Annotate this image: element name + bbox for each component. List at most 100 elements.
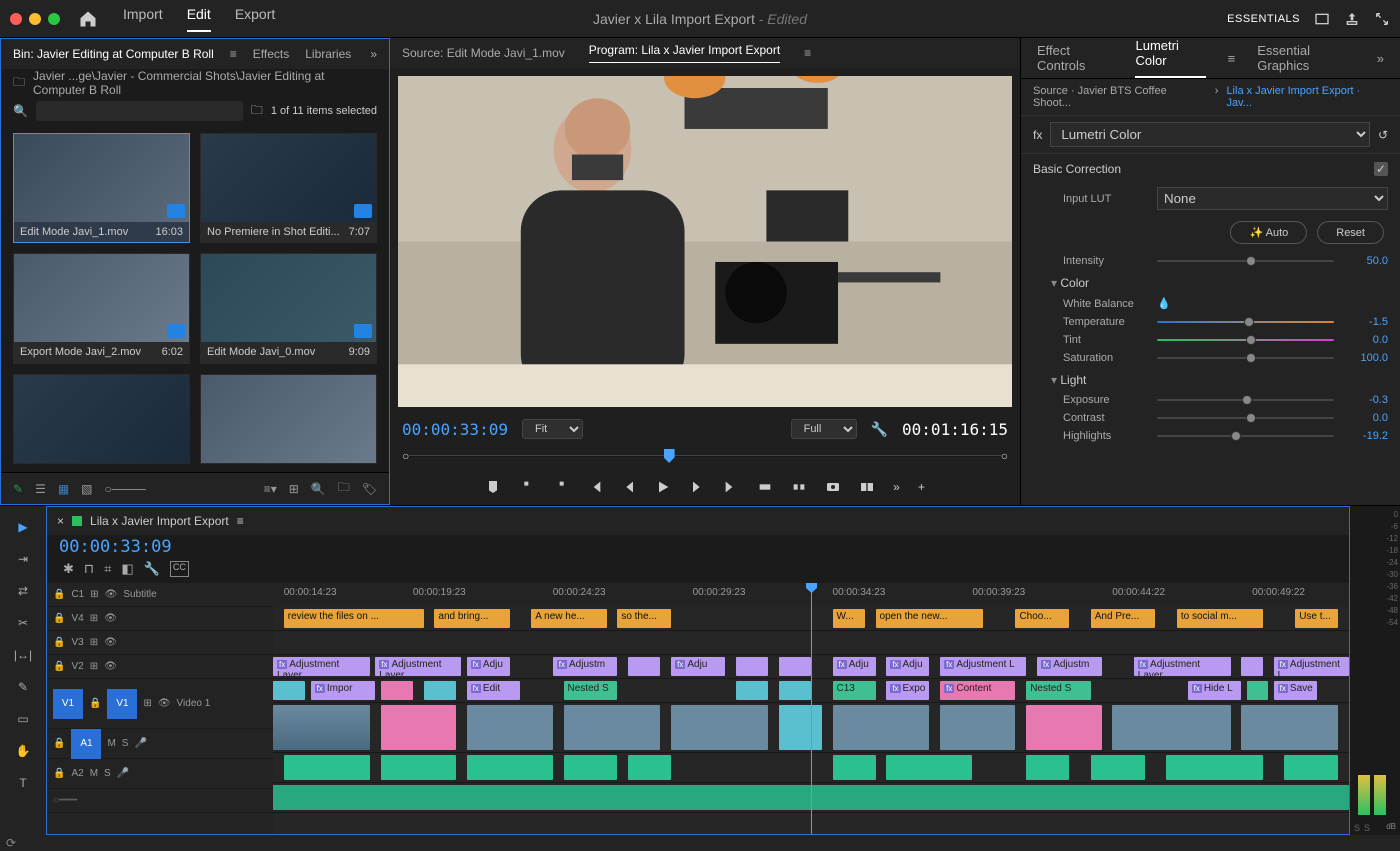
fullscreen-icon[interactable] [1374,11,1390,27]
subtitle-clip[interactable]: A new he... [531,609,606,628]
video-clip[interactable] [467,705,553,750]
tab-libraries[interactable]: Libraries [305,47,351,61]
close-sequence-icon[interactable]: × [57,514,64,528]
panel-overflow-icon[interactable]: » [1377,51,1384,66]
audio-clip[interactable] [1166,755,1263,780]
mark-in-icon[interactable] [519,479,535,495]
subtitle-clip[interactable]: Use t... [1295,609,1338,628]
quick-export-icon[interactable] [1314,11,1330,27]
video-clip[interactable] [273,681,305,700]
temperature-slider[interactable] [1157,321,1334,323]
selection-tool-icon[interactable]: ▶ [12,516,34,538]
share-icon[interactable] [1344,11,1360,27]
monitor-scrubber[interactable]: ○○ [402,445,1008,467]
audio-clip[interactable] [628,755,671,780]
video-clip[interactable] [381,681,413,700]
video-clip[interactable] [1112,705,1230,750]
program-monitor[interactable] [398,76,1012,407]
adjustment-clip[interactable]: fxAdju [886,657,929,676]
export-frame-icon[interactable] [825,479,841,495]
fx-badge-icon[interactable]: fx [1033,128,1042,142]
tab-edit[interactable]: Edit [187,6,211,32]
audio-clip[interactable] [1091,755,1145,780]
tab-source-monitor[interactable]: Source: Edit Mode Javi_1.mov [402,46,565,60]
adjustment-clip[interactable] [779,657,811,676]
basic-correction-toggle[interactable]: ✓ [1374,162,1388,176]
add-marker-icon[interactable] [485,479,501,495]
new-bin-icon[interactable]: 🗀 [251,101,263,122]
insert-mode-icon[interactable]: ✱ [63,561,74,577]
media-clip[interactable]: No Premiere in Shot Editi...7:07 [200,133,377,243]
tab-export[interactable]: Export [235,6,275,32]
subtitle-clip[interactable]: and bring... [434,609,509,628]
audio-clip[interactable] [886,755,972,780]
adjustment-clip[interactable]: fxAdjustment L [940,657,1026,676]
adjustment-clip[interactable]: fxAdjustment L [1274,657,1349,676]
tint-slider[interactable] [1157,339,1334,341]
adjustment-clip[interactable]: fxAdjustment Layer [273,657,370,676]
mark-out-icon[interactable] [553,479,569,495]
cc-cloud-icon[interactable]: ⟳ [6,836,16,850]
video-clip[interactable]: Nested S [564,681,618,700]
adjustment-clip[interactable] [628,657,660,676]
color-section-heading[interactable]: Color [1021,270,1400,294]
video-clip[interactable]: fxImpor [311,681,376,700]
audio-clip[interactable] [1284,755,1338,780]
intensity-slider[interactable] [1157,260,1334,262]
add-button-icon[interactable]: + [918,480,925,494]
video-clip[interactable] [1241,705,1338,750]
eyedropper-icon[interactable]: 💧 [1157,297,1171,310]
tab-effect-controls[interactable]: Effect Controls [1037,43,1113,73]
linked-selection-icon[interactable]: ⌗ [104,561,111,577]
zoom-slider[interactable]: ○──── [105,482,146,496]
adjustment-clip[interactable] [1241,657,1263,676]
automate-icon[interactable]: ⊞ [289,482,299,496]
video-clip[interactable]: fxHide L [1188,681,1242,700]
auto-button[interactable]: ✨ Auto [1230,221,1307,244]
playhead[interactable] [811,583,812,834]
tint-value[interactable]: 0.0 [1344,334,1388,346]
pen-icon[interactable]: ✎ [13,482,23,496]
adjustment-clip[interactable]: fxAdju [467,657,510,676]
intensity-value[interactable]: 50.0 [1344,255,1388,267]
ripple-edit-tool-icon[interactable]: ⇄ [12,580,34,602]
light-section-heading[interactable]: Light [1021,367,1400,391]
tab-effects[interactable]: Effects [253,47,289,61]
basic-correction-heading[interactable]: Basic Correction [1033,162,1121,176]
video-clip[interactable]: fxContent [940,681,1015,700]
video-clip[interactable] [779,705,822,750]
subtitle-clip[interactable]: Choo... [1015,609,1069,628]
maximize-window-button[interactable] [48,13,60,25]
workspace-label[interactable]: ESSENTIALS [1227,13,1300,25]
timeline-tracks[interactable]: 00:00:14:23 00:00:19:23 00:00:24:23 00:0… [273,583,1349,834]
type-tool-icon[interactable]: T [12,772,34,794]
home-icon[interactable] [78,9,98,29]
exposure-value[interactable]: -0.3 [1344,394,1388,406]
subtitle-clip[interactable]: open the new... [876,609,984,628]
quality-select[interactable]: Full [791,419,857,439]
adjustment-clip[interactable]: fxAdjustment Layer [375,657,461,676]
razor-tool-icon[interactable]: ✂ [12,612,34,634]
audio-clip[interactable] [284,755,370,780]
adjustment-clip[interactable]: fxAdjustm [1037,657,1102,676]
step-forward-icon[interactable] [689,479,705,495]
marker-icon[interactable]: ◧ [121,561,133,577]
media-clip[interactable] [200,374,377,464]
source-v1-patch[interactable]: V1 [53,689,83,719]
hand-tool-icon[interactable]: ✋ [12,740,34,762]
solo-left-button[interactable]: S [1354,823,1360,833]
audio-meter[interactable]: 0 -6 -12 -18 -24 -30 -36 -42 -48 -54 dB … [1350,506,1400,835]
track-select-tool-icon[interactable]: ⇥ [12,548,34,570]
go-to-in-icon[interactable] [587,479,603,495]
breadcrumb[interactable]: Javier ...ge\Javier - Commercial Shots\J… [33,69,377,97]
lumetri-effect-select[interactable]: Lumetri Color [1050,122,1370,147]
video-clip[interactable]: fxSave [1274,681,1317,700]
tab-bin[interactable]: Bin: Javier Editing at Computer B Roll [13,47,214,61]
lumetri-sequence[interactable]: Lila x Javier Import Export · Jav... [1226,85,1388,109]
contrast-value[interactable]: 0.0 [1344,412,1388,424]
lift-icon[interactable] [757,479,773,495]
audio-clip[interactable] [564,755,618,780]
comparison-icon[interactable] [859,479,875,495]
solo-right-button[interactable]: S [1364,823,1370,833]
video-clip[interactable]: Nested S [1026,681,1091,700]
